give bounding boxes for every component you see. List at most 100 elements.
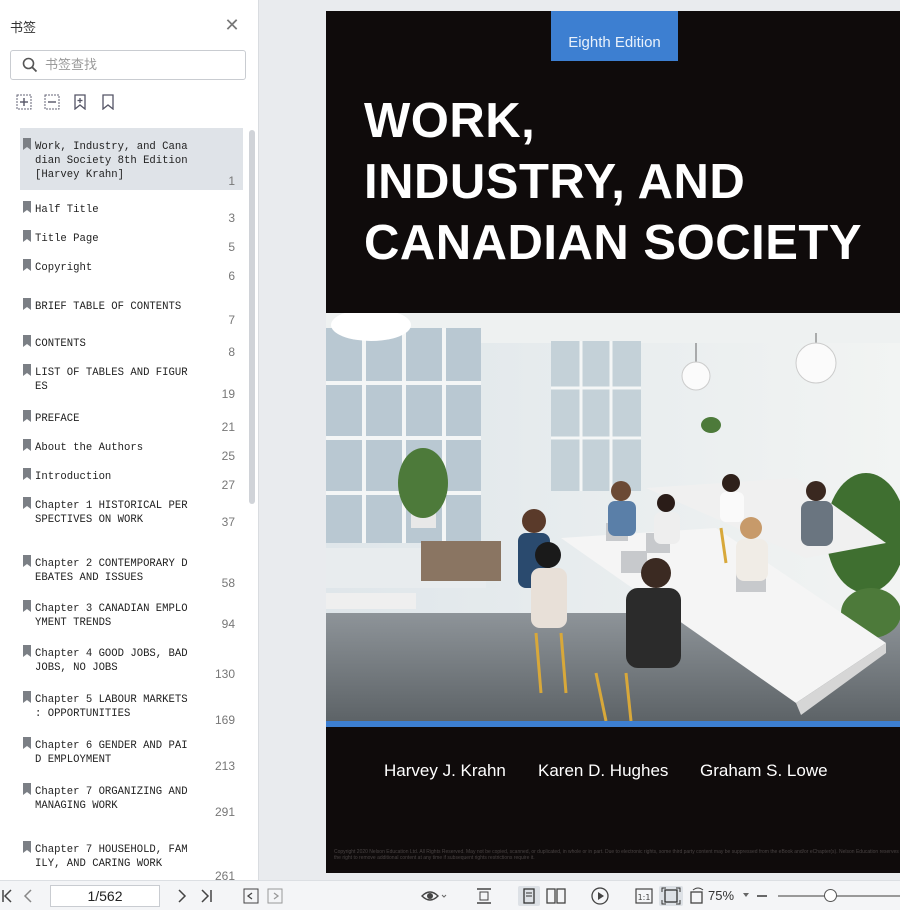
first-page-icon[interactable] [2,886,14,906]
bookmark-item[interactable]: Chapter 5 LABOUR MARKETS : OPPORTUNITIES… [20,685,243,727]
bookmark-item[interactable]: Title Page 5 [20,224,243,254]
bookmark-page-number: 6 [228,269,235,283]
bookmark-item[interactable]: Introduction 27 [20,462,243,492]
bookmark-page-number: 21 [221,420,235,434]
bookmark-flag-icon [23,737,31,749]
window-right [551,341,641,491]
add-bookmark-icon[interactable] [72,94,88,110]
bookmark-flag-icon [23,468,31,480]
svg-text:1:1: 1:1 [638,893,651,902]
bookmark-item[interactable]: About the Authors 25 [20,433,243,463]
bookmark-page-number: 5 [228,240,235,254]
bookmark-item[interactable]: Chapter 1 HISTORICAL PER SPECTIVES ON WO… [20,491,243,529]
bookmark-flag-icon [23,645,31,657]
bookmark-item[interactable]: Chapter 4 GOOD JOBS, BAD JOBS, NO JOBS 13… [20,639,243,681]
bookmark-flag-icon [23,298,31,310]
bookmark-item[interactable]: Chapter 2 CONTEMPORARY D EBATES AND ISSU… [20,537,243,590]
search-icon [22,57,38,73]
bookmark-label: Title Page [35,233,99,245]
bookmark-page-number: 8 [228,345,235,359]
author-3: Graham S. Lowe [700,761,828,780]
cover-photo [326,313,900,721]
bookmark-label: Chapter 3 CANADIAN EMPLO YMENT TRENDS [35,603,188,629]
eye-icon[interactable] [420,886,448,906]
bookmark-flag-icon [23,230,31,242]
expand-all-icon[interactable] [16,94,32,110]
previous-page-icon[interactable] [22,886,34,906]
page-number-input[interactable] [50,885,160,907]
bookmark-search-box[interactable] [10,50,246,80]
bookmark-flag-icon [23,497,31,509]
bookmark-item[interactable]: CONTENTS 8 [20,329,243,359]
copyright-fine-print: Copyright 2020 Nelson Education Ltd. All… [334,849,899,861]
cover-title-line-2: INDUSTRY, AND [364,155,746,209]
bookmark-item[interactable]: Chapter 7 HOUSEHOLD, FAM ILY, AND CARING… [20,831,243,880]
back-view-icon[interactable] [243,886,259,906]
bookmark-page-number: 58 [221,576,235,590]
bookmark-label: LIST OF TABLES AND FIGUR ES [35,367,188,393]
book-cover-page: Eighth Edition WORK, INDUSTRY, AND CANAD… [326,11,900,873]
zoom-out-icon[interactable] [756,886,768,906]
bookmark-flag-icon [23,600,31,612]
cover-blue-band [326,721,900,727]
bookmark-item[interactable]: Copyright 6 [20,253,243,283]
actual-size-icon[interactable]: 1:1 [634,886,654,906]
bookmark-item[interactable]: BRIEF TABLE OF CONTENTS 7 [20,282,243,327]
bookmark-label: Chapter 6 GENDER AND PAI D EMPLOYMENT [35,740,188,766]
bookmark-item[interactable]: Chapter 7 ORGANIZING AND MANAGING WORK 29… [20,777,243,819]
bookmark-flag-icon [23,335,31,347]
next-page-icon[interactable] [176,886,188,906]
bookmark-label: Chapter 1 HISTORICAL PER SPECTIVES ON WO… [35,500,188,526]
bookmark-page-number: 169 [214,713,235,727]
zoom-dropdown-icon[interactable] [742,887,750,907]
last-page-icon[interactable] [199,886,213,906]
bookmark-flag-icon [23,841,31,853]
document-viewer[interactable]: Eighth Edition WORK, INDUSTRY, AND CANAD… [260,0,900,880]
bookmark-sidebar: 书签 ✕ Work, Industry, and Cana dian Socie… [0,0,259,880]
bookmark-page-number: 25 [221,449,235,463]
bookmark-page-number: 130 [214,667,235,681]
collapse-all-icon[interactable] [44,94,60,110]
bookmark-label: Chapter 5 LABOUR MARKETS : OPPORTUNITIES [35,694,188,720]
fit-page-icon[interactable] [659,886,683,906]
sidebar-header: 书签 ✕ [10,15,244,37]
bookmark-page-number: 19 [221,387,235,401]
bookmark-label: About the Authors [35,442,144,454]
two-page-icon[interactable] [545,886,567,906]
bookmark-label: Work, Industry, and Cana dian Society 8t… [35,141,188,181]
bookmark-flag-icon [23,439,31,451]
fit-height-icon[interactable] [475,886,493,906]
rotate-icon[interactable] [688,886,706,906]
zoom-slider-thumb[interactable] [824,889,837,902]
bookmark-item[interactable]: Chapter 6 GENDER AND PAI D EMPLOYMENT 213 [20,731,243,773]
author-1: Harvey J. Krahn [384,761,506,780]
bookmark-flag-icon [23,555,31,567]
bookmark-page-number: 213 [214,759,235,773]
single-page-icon[interactable] [518,886,540,906]
bookmark-page-number: 94 [221,617,235,631]
zoom-slider-track[interactable] [778,895,900,897]
sidebar-scrollbar[interactable] [249,130,255,504]
bookmark-icon[interactable] [100,94,116,110]
bookmark-label: PREFACE [35,413,80,425]
bookmark-item[interactable]: LIST OF TABLES AND FIGUR ES 19 [20,358,243,401]
bookmark-label: CONTENTS [35,338,86,350]
bookmark-page-number: 27 [221,478,235,492]
bookmark-label: Copyright [35,262,93,274]
bookmark-search-input[interactable] [45,55,235,75]
bookmark-item[interactable]: PREFACE 21 [20,404,243,434]
play-icon[interactable] [590,886,610,906]
bookmark-item[interactable]: Work, Industry, and Cana dian Society 8t… [20,128,243,190]
cover-title-line-1: WORK, [364,94,536,148]
zoom-level[interactable]: 75% [708,888,734,903]
forward-view-icon[interactable] [267,886,283,906]
close-icon[interactable]: ✕ [224,15,240,35]
bookmark-item[interactable]: Half Title 3 [20,195,243,225]
bookmark-list: Work, Industry, and Cana dian Society 8t… [20,128,243,880]
bookmark-item[interactable]: Chapter 3 CANADIAN EMPLO YMENT TRENDS 94 [20,592,243,631]
bookmark-label: Half Title [35,204,99,216]
window-left [326,328,481,543]
bookmark-flag-icon [23,259,31,271]
bookmark-flag-icon [23,364,31,376]
bookmark-page-number: 3 [228,211,235,225]
